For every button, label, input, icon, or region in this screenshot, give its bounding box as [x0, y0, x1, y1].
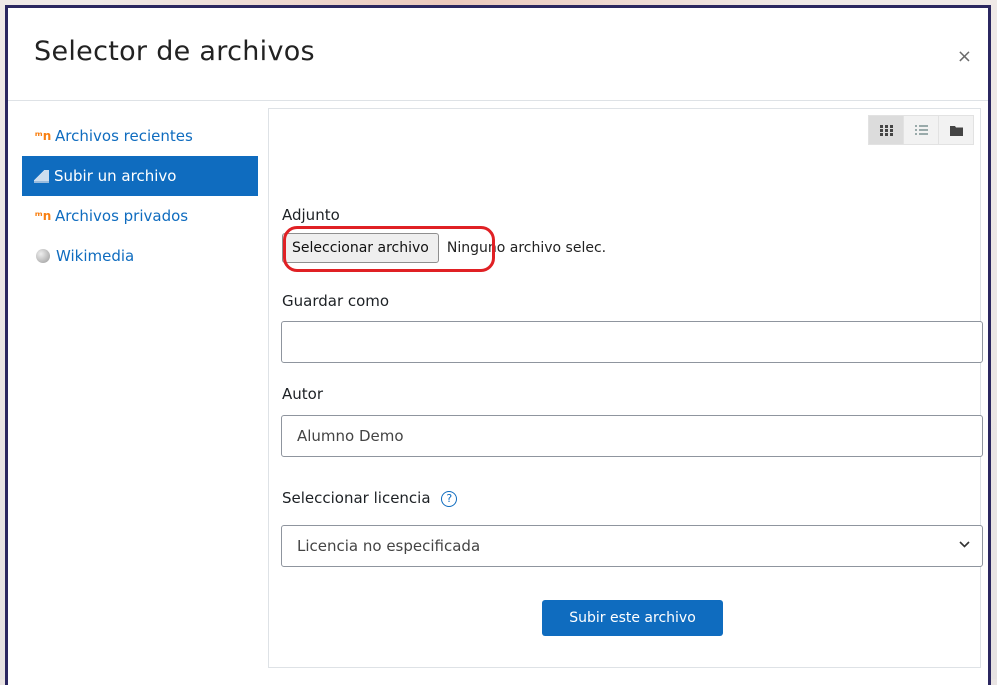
dialog-title: Selector de archivos — [34, 36, 315, 67]
grid-view-icon[interactable] — [869, 116, 903, 144]
license-selected-value: Licencia no especificada — [297, 537, 481, 555]
moodle-icon: ᵐn — [34, 209, 52, 223]
sidebar-item-wikimedia[interactable]: Wikimedia — [22, 236, 258, 276]
view-switcher — [868, 115, 974, 145]
highlight-annotation — [283, 226, 495, 272]
save-as-input[interactable] — [281, 321, 983, 363]
chevron-down-icon — [959, 537, 970, 552]
license-label-row: Seleccionar licencia ? — [282, 489, 458, 507]
moodle-icon: ᵐn — [34, 129, 52, 143]
save-as-label: Guardar como — [282, 292, 390, 310]
folder-view-icon[interactable] — [938, 116, 973, 144]
help-icon[interactable]: ? — [441, 490, 458, 507]
sidebar-item-upload-file[interactable]: Subir un archivo — [22, 156, 258, 196]
close-icon[interactable]: × — [957, 46, 972, 67]
repository-sidebar: ᵐn Archivos recientes Subir un archivo ᵐ… — [22, 116, 258, 276]
license-label: Seleccionar licencia — [282, 489, 431, 507]
sidebar-item-label: Subir un archivo — [54, 167, 177, 185]
sidebar-item-recent-files[interactable]: ᵐn Archivos recientes — [22, 116, 258, 156]
upload-icon — [34, 169, 49, 183]
wikimedia-icon — [36, 249, 50, 263]
sidebar-item-label: Wikimedia — [56, 247, 135, 265]
upload-panel: Adjunto Seleccionar archivo Ninguno arch… — [268, 108, 983, 668]
file-picker-dialog: Selector de archivos × ᵐn Archivos recie… — [5, 5, 991, 685]
license-select[interactable]: Licencia no especificada — [281, 525, 983, 567]
sidebar-item-label: Archivos privados — [55, 207, 189, 225]
attachment-label: Adjunto — [282, 206, 340, 224]
sidebar-item-label: Archivos recientes — [55, 127, 193, 145]
upload-file-button[interactable]: Subir este archivo — [542, 600, 723, 636]
author-label: Autor — [282, 385, 323, 403]
list-view-icon[interactable] — [903, 116, 938, 144]
sidebar-item-private-files[interactable]: ᵐn Archivos privados — [22, 196, 258, 236]
dialog-header: Selector de archivos × — [8, 8, 988, 101]
author-input[interactable]: Alumno Demo — [281, 415, 983, 457]
